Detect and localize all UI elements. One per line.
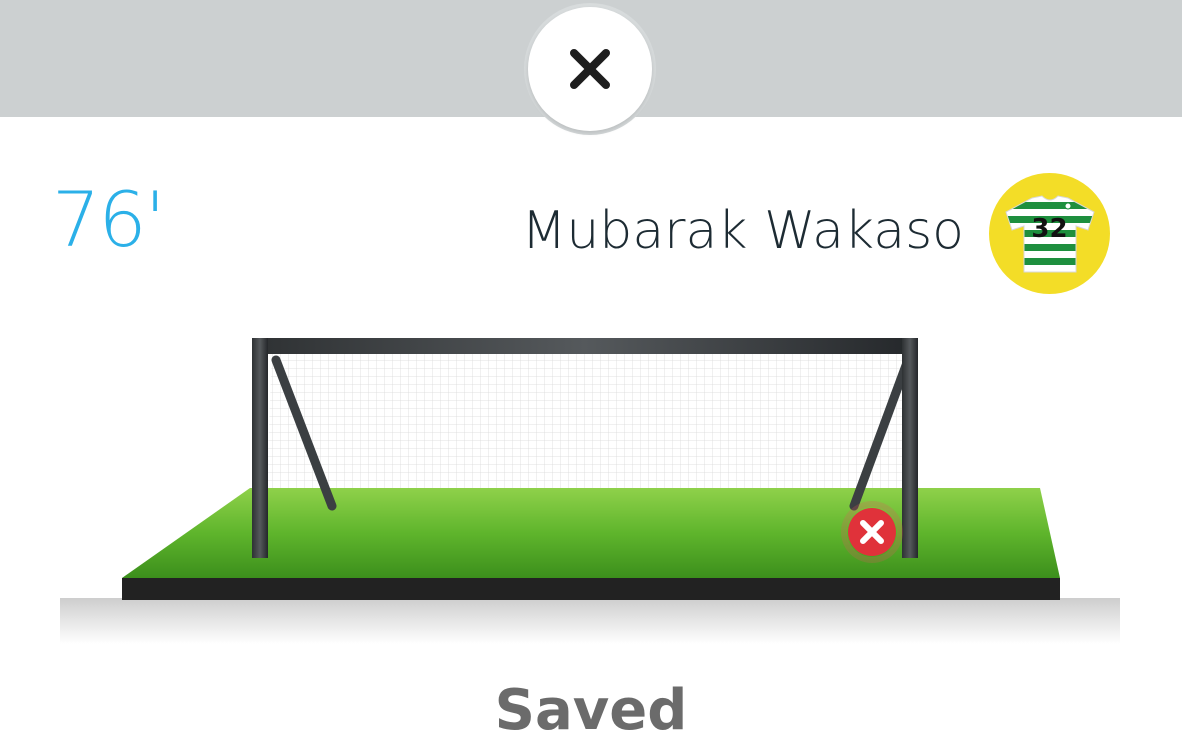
- close-button[interactable]: [528, 7, 652, 131]
- shot-detail-screen: 76' Mubarak Wakaso 32 Saved: [0, 0, 1182, 753]
- player-name[interactable]: Mubarak Wakaso: [521, 205, 964, 257]
- shot-outcome: Saved: [494, 678, 688, 743]
- goal-illustration: [60, 338, 1120, 644]
- close-icon: [570, 49, 610, 89]
- event-minute: 76': [52, 175, 166, 264]
- x-circle-icon: [848, 508, 896, 556]
- player-avatar[interactable]: 32: [989, 173, 1110, 294]
- shot-marker[interactable]: [847, 507, 897, 557]
- jersey-number: 32: [1031, 214, 1068, 244]
